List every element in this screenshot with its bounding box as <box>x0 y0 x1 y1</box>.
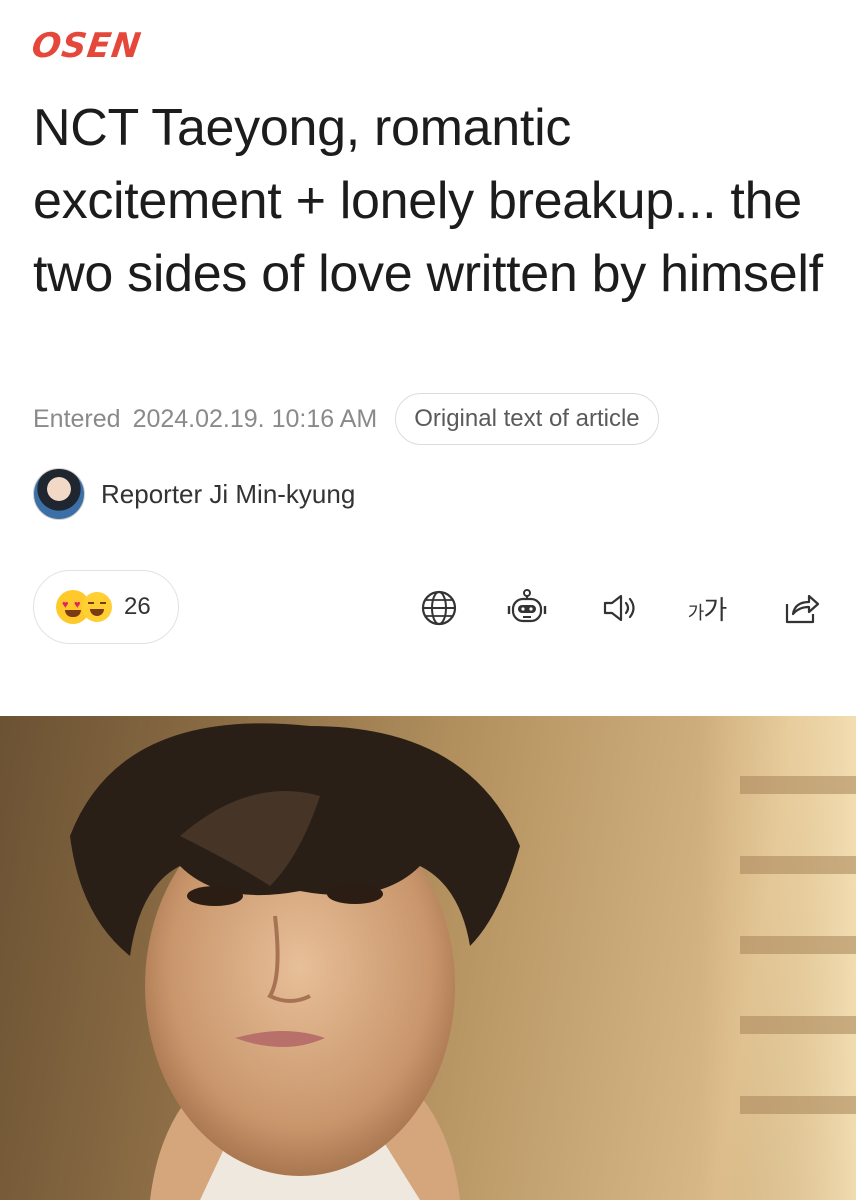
reporter-avatar <box>33 468 85 520</box>
left-eye <box>187 886 243 906</box>
reporter-byline[interactable]: Reporter Ji Min-kyung <box>33 468 355 520</box>
share-button[interactable] <box>779 586 823 630</box>
speaker-icon <box>603 594 635 622</box>
grinning-squint-emoji-icon <box>82 592 112 622</box>
ai-summary-button[interactable] <box>505 586 549 630</box>
osen-logo[interactable]: OSEN <box>29 26 144 66</box>
emoji-mouth <box>90 609 104 616</box>
right-eye <box>327 884 383 904</box>
entered-datetime: 2024.02.19. 10:16 AM <box>132 404 378 433</box>
original-article-button[interactable]: Original text of article <box>395 393 659 445</box>
reaction-count: 26 <box>124 593 151 620</box>
font-size-icon: 가가 <box>687 594 727 625</box>
entered-label: Entered <box>33 404 121 433</box>
squint-eye-right <box>100 602 106 604</box>
robot-icon <box>507 589 547 623</box>
article-photo[interactable] <box>0 716 856 1200</box>
reporter-name[interactable]: Reporter Ji Min-kyung <box>101 479 355 510</box>
article-toolbar: ♥ ♥ 26 가가 <box>33 570 823 646</box>
globe-icon <box>421 590 457 626</box>
article-headline: NCT Taeyong, romantic excitement + lonel… <box>33 99 823 303</box>
article-meta: Entered 2024.02.19. 10:16 AM Original te… <box>33 393 659 445</box>
squint-eye-left <box>88 602 94 604</box>
reaction-button[interactable]: ♥ ♥ 26 <box>33 570 179 644</box>
font-size-button[interactable]: 가가 <box>685 586 729 630</box>
portrait-illustration <box>70 716 856 1200</box>
translate-button[interactable] <box>417 586 461 630</box>
share-icon <box>785 594 820 624</box>
listen-button[interactable] <box>597 586 641 630</box>
emoji-mouth <box>65 610 81 617</box>
